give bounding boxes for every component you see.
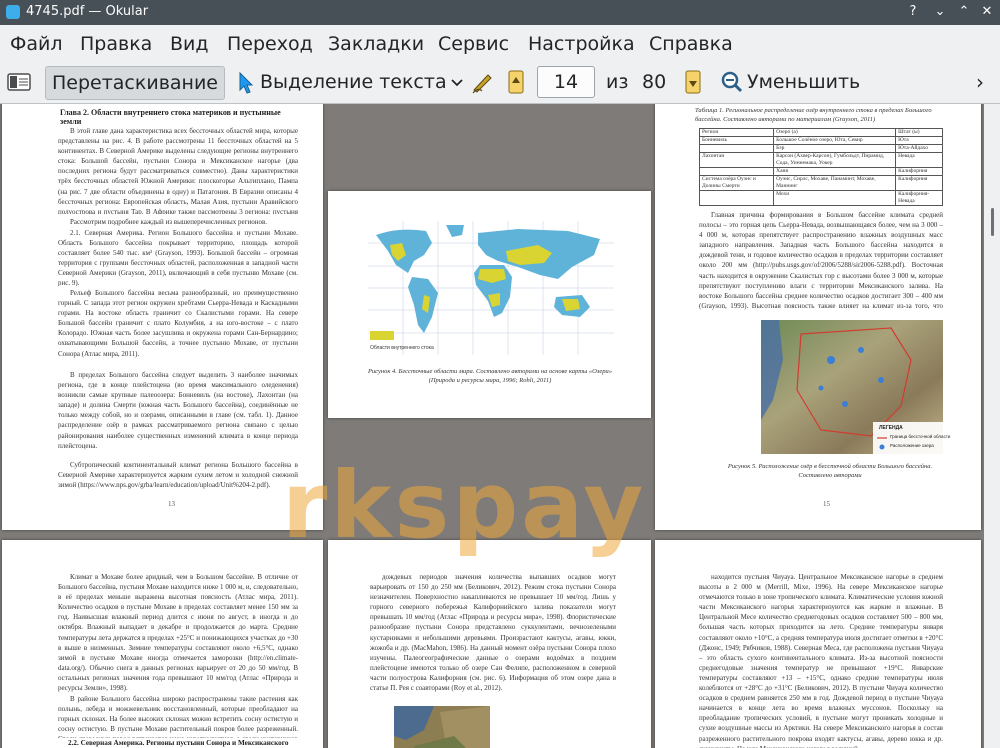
map-legend-item: Расположение озера (890, 443, 934, 448)
pdf-page-14: Области внутреннего стока Рисунок 4. Бес… (328, 191, 651, 418)
menu-settings[interactable]: Настройка (528, 33, 635, 55)
next-page-icon[interactable] (684, 70, 702, 94)
paragraph: Рельеф Большого бассейна весьма разнообр… (58, 289, 298, 358)
scrollbar-handle[interactable] (991, 208, 994, 236)
vertical-scrollbar[interactable] (984, 104, 1000, 748)
page-number-input[interactable] (537, 66, 595, 98)
lakes-table: Регион Озеро (а) Штат (ы) Бонневиль Большое… (698, 128, 943, 206)
menu-edit[interactable]: Правка (80, 33, 152, 55)
paragraph: В районе Большого бассейна широко распро… (58, 695, 298, 738)
pdf-page-13: Глава 2. Области внутреннего стока матер… (2, 104, 323, 530)
map-legend-label: Области внутреннего стока (370, 345, 434, 351)
menu-view[interactable]: Вид (170, 33, 209, 55)
help-window-button[interactable]: ? (903, 2, 923, 22)
menu-go[interactable]: Переход (227, 33, 313, 55)
menu-tools[interactable]: Сервис (438, 33, 509, 55)
sidebar-toggle-icon[interactable] (7, 72, 31, 92)
pdf-page-17: дождевых периодов значения количества вы… (328, 540, 651, 748)
table-row: Бонневиль Большое Солёное озеро, Юта, Сев… (698, 136, 943, 145)
table-row: Регион Озеро (а) Штат (ы) (698, 128, 943, 137)
okular-app-icon (6, 5, 20, 19)
menu-file[interactable]: Файл (10, 33, 63, 55)
paragraph: В этой главе дана характеристика всех бе… (58, 127, 298, 214)
document-view[interactable]: Глава 2. Области внутреннего стока матер… (0, 104, 984, 748)
minimize-window-button[interactable]: ⌄ (930, 2, 950, 22)
figure-caption: Рисунок 4. Бессточные области мира. Сост… (367, 368, 613, 384)
section-heading: 2.2. Северная Америка. Регионы пустыни С… (68, 739, 289, 748)
paragraph: Главная причина формирования в Большом б… (699, 211, 943, 310)
close-window-button[interactable]: ✕ (977, 2, 997, 22)
paragraph: находится пустыня Чиуауа. Центральное Ме… (699, 573, 943, 748)
maximize-window-button[interactable]: ⌃ (954, 2, 974, 22)
world-map-image (368, 221, 614, 355)
pdf-page-16: Климат в Мохаве более аридный, чем в Бол… (2, 540, 323, 748)
chevron-down-icon[interactable] (448, 72, 466, 92)
zoom-out-button[interactable]: Уменьшить (747, 71, 860, 93)
zoom-out-icon[interactable] (721, 71, 743, 93)
paragraph: Рассмотрим подробнее каждый из вышепереч… (70, 218, 267, 226)
page-of-label: из (606, 71, 629, 93)
page-number: 13 (168, 500, 175, 508)
menu-help[interactable]: Справка (649, 33, 733, 55)
window-title: 4745.pdf — Okular (26, 4, 149, 19)
annotate-pen-icon[interactable] (470, 70, 496, 94)
text-selection-tool-button[interactable]: Выделение текста (260, 71, 447, 93)
browse-tool-button[interactable]: Перетаскивание (45, 66, 225, 100)
paragraph: дождевых периодов значения количества вы… (370, 573, 616, 693)
table-row: Лахонтан Карсон (Ахвер-Карсон), Гумбольдт… (698, 152, 943, 168)
menu-bookmarks[interactable]: Закладки (328, 33, 424, 55)
paragraph: Климат в Мохаве более аридный, чем в Бол… (58, 573, 298, 693)
table-caption: Таблица 1. Региональное распределение оз… (695, 107, 932, 123)
watermark-overlay: rkspay (282, 452, 647, 559)
title-bar: 4745.pdf — Okular ? ⌄ ⌃ ✕ (0, 0, 1000, 25)
page-number: 15 (823, 500, 830, 508)
table-row: Система озёра Оуэнс и Долины Смерти Оуэнс… (698, 175, 943, 191)
chapter-heading: Глава 2. Области внутреннего стока матер… (60, 108, 281, 126)
map-legend-title: ЛЕГЕНДА (879, 425, 903, 431)
menu-bar: Файл Правка Вид Переход Закладки Сервис … (0, 25, 1000, 61)
table-row: Бэр Юта-Айдахо (698, 144, 943, 153)
table-row: Мохи Калифорния-Невада (698, 190, 943, 206)
figure-caption: Рисунок 5. Расположение озёр в бессточно… (727, 463, 933, 479)
paragraph: Субтропический континентальный климат ре… (58, 461, 298, 490)
previous-page-icon[interactable] (507, 70, 525, 94)
total-pages-label: 80 (642, 71, 667, 93)
pdf-page-15: Таблица 1. Региональное распределение оз… (655, 104, 981, 530)
sonora-map-image (394, 706, 490, 748)
paragraph: 2.1. Северная Америка. Регион Большого б… (58, 229, 298, 286)
cursor-arrow-icon (238, 71, 254, 94)
paragraph: В пределах Большого бассейна следует выд… (58, 371, 298, 450)
toolbar-overflow-button[interactable]: › (976, 70, 984, 94)
pdf-page-18: находится пустыня Чиуауа. Центральное Ме… (655, 540, 981, 748)
map-legend-item: Граница бессточной области (890, 434, 951, 439)
table-row: Ханя Калифорния (698, 167, 943, 176)
